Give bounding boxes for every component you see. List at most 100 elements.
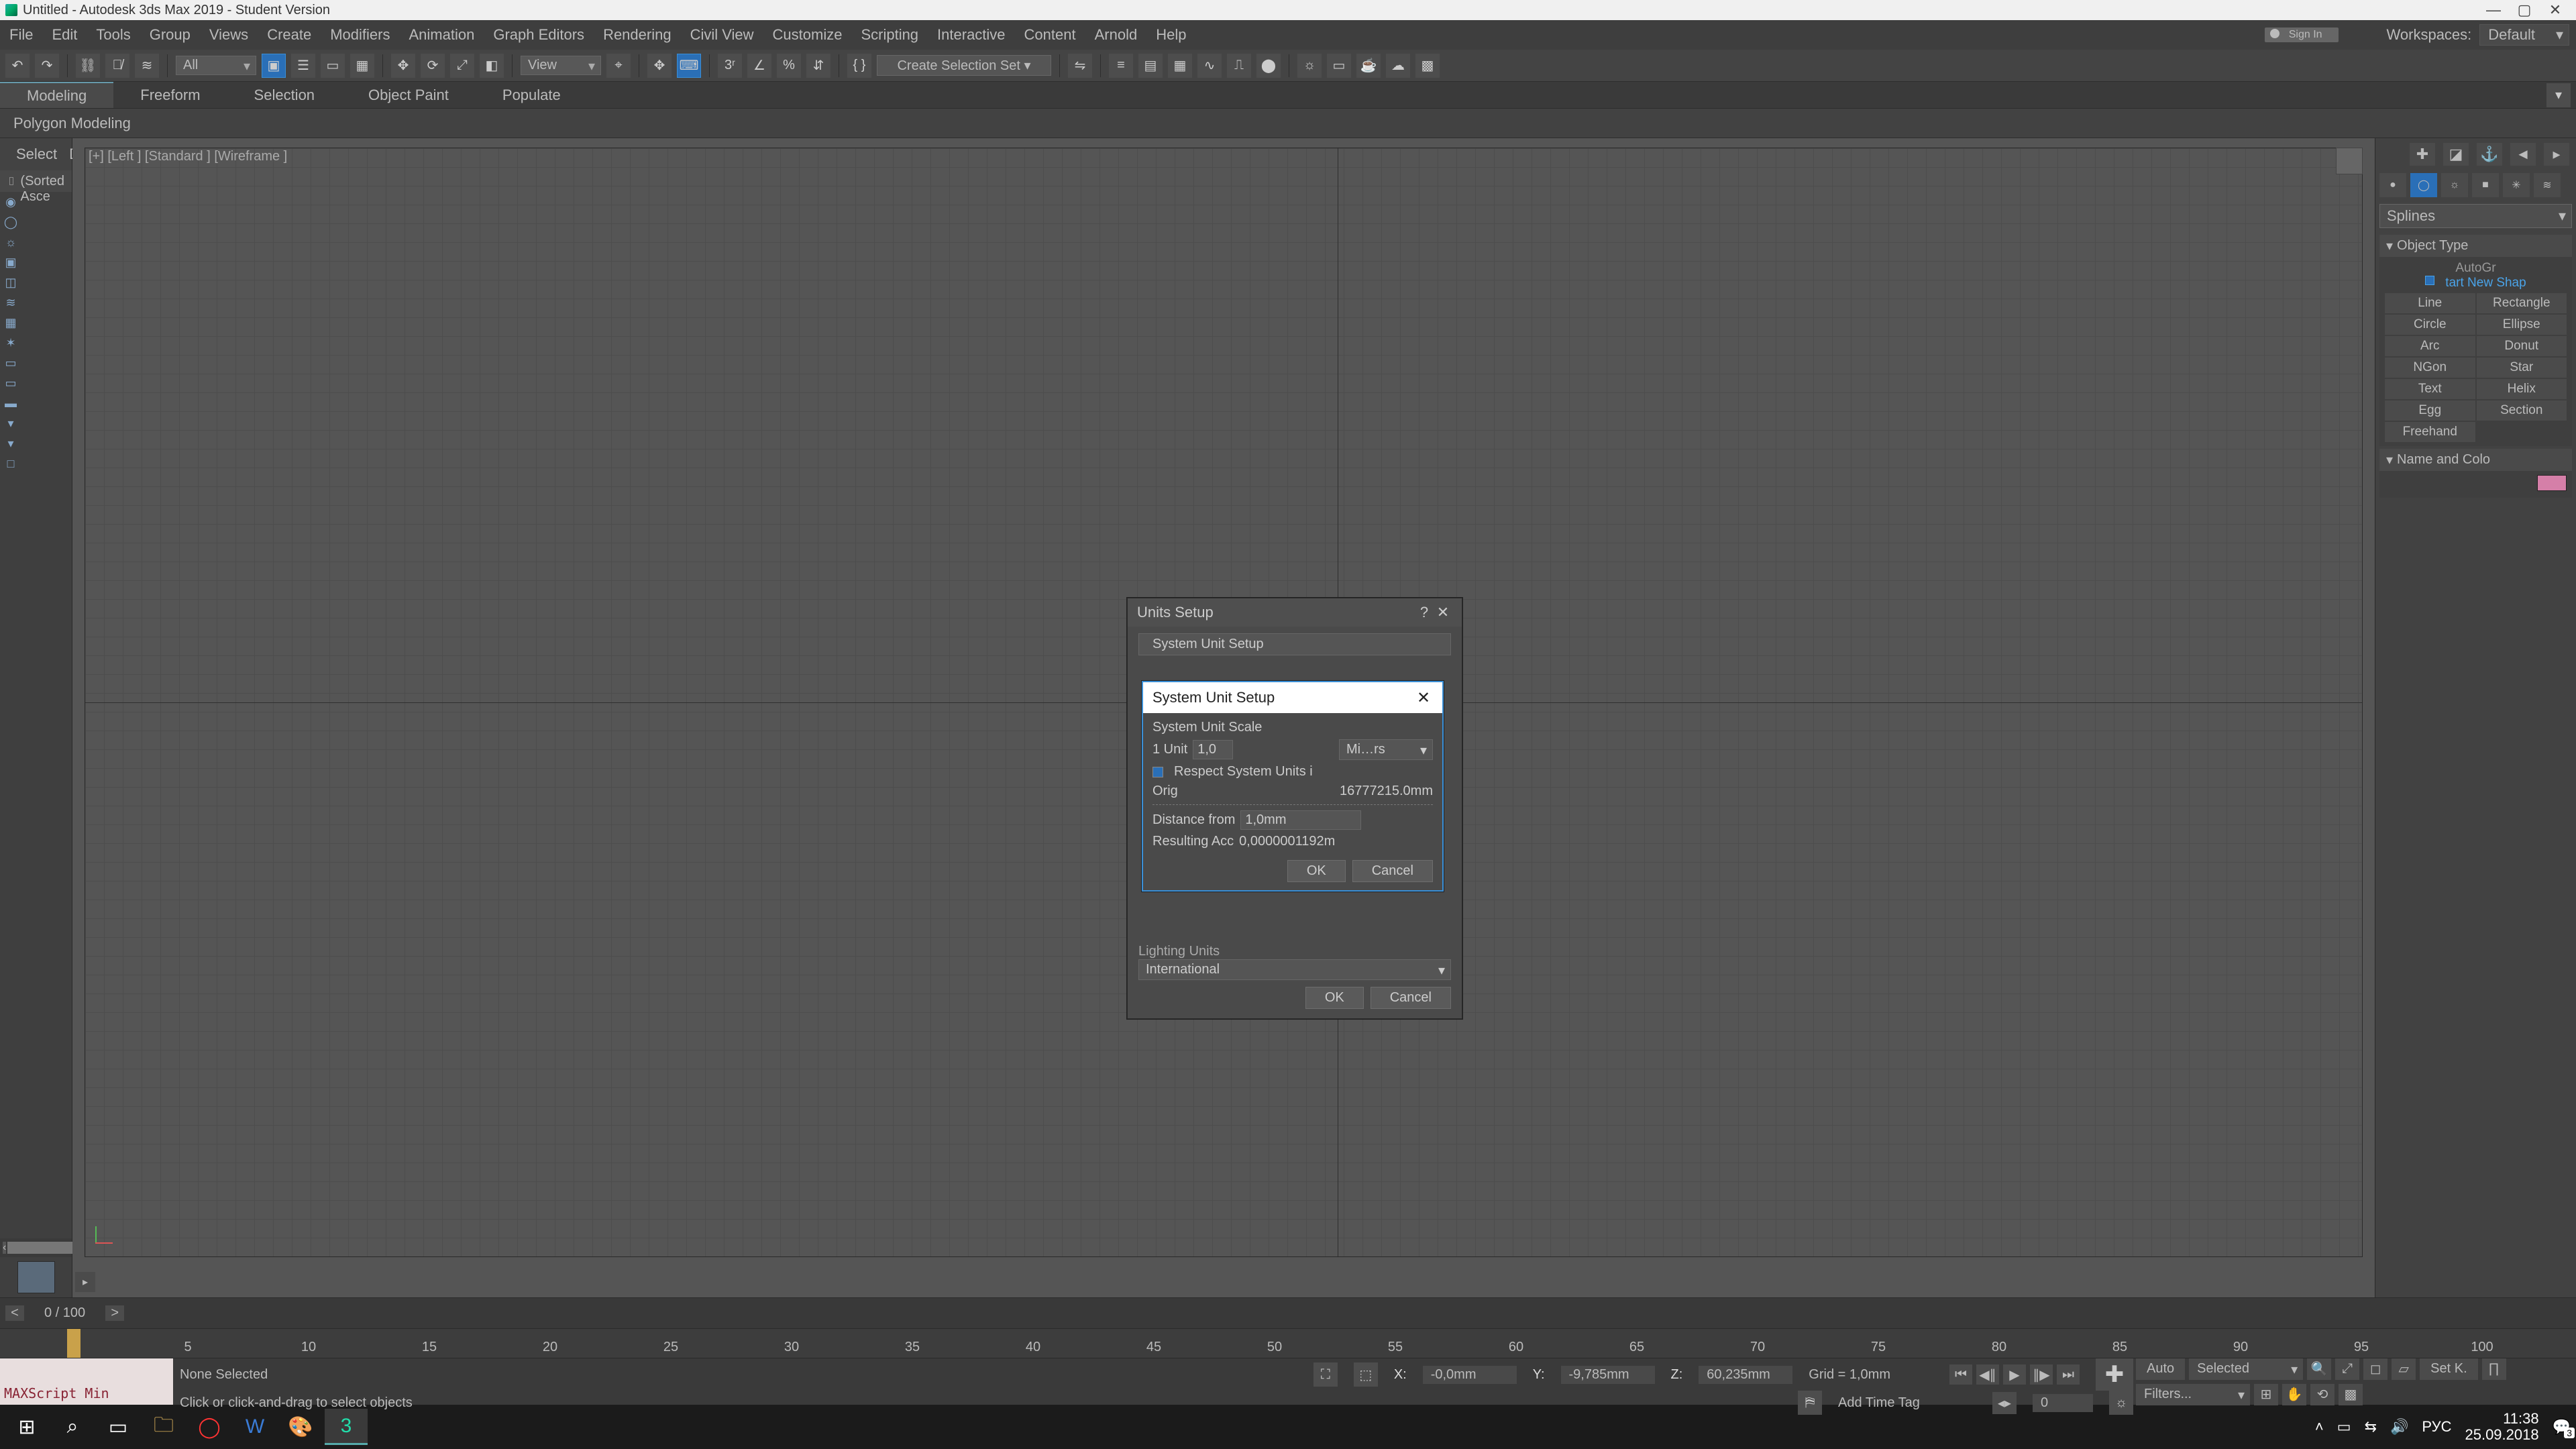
window-crossing-icon[interactable]: ▦ [350,54,374,78]
render-in-cloud-icon[interactable]: ☁ [1386,54,1410,78]
edit-named-sel-icon[interactable]: { } [847,54,871,78]
se-filter-cameras-icon[interactable]: ▣ [0,252,21,272]
timeline[interactable]: 5101520253035404550556065707580859095100 [0,1328,2576,1358]
menu-create[interactable]: Create [258,20,321,50]
snap-toggle-icon[interactable]: 3ʳ [718,54,742,78]
key-tangent-icon[interactable]: ∏ [2482,1358,2506,1380]
start-button[interactable]: ⊞ [5,1409,48,1445]
angle-snap-icon[interactable]: ∠ [747,54,771,78]
viewport-shade-toggle-icon[interactable] [2336,148,2363,174]
btn-ngon[interactable]: NGon [2385,358,2475,378]
ribbon-tab-freeform[interactable]: Freeform [113,82,227,108]
menu-civil-view[interactable]: Civil View [681,20,763,50]
autogrid-label[interactable]: AutoGr [2385,261,2567,276]
distance-from-value[interactable]: 1,0mm [1240,810,1361,830]
window-minimize-button[interactable]: — [2478,1,2509,19]
cp-tab-cameras-icon[interactable]: ■ [2472,173,2499,197]
cp-motion-icon[interactable]: ◄ [2510,143,2536,166]
move-icon[interactable]: ✥ [391,54,415,78]
ribbon-tab-populate[interactable]: Populate [476,82,588,108]
sysunit-cancel-button[interactable]: Cancel [1352,860,1433,882]
origin-slider[interactable] [1152,804,1433,805]
se-filter-geometry-icon[interactable]: ◉ [0,192,21,212]
fov-icon[interactable]: ▱ [2392,1358,2416,1380]
units-cancel-button[interactable]: Cancel [1371,987,1451,1009]
viewport-play-icon[interactable]: ▸ [75,1272,95,1292]
redo-icon[interactable]: ↷ [35,54,59,78]
btn-arc[interactable]: Arc [2385,336,2475,356]
menu-graph-editors[interactable]: Graph Editors [484,20,594,50]
respect-checkbox-icon[interactable] [1152,767,1163,777]
ref-coord-combo[interactable]: View [521,56,601,75]
3dsmax-taskbar-icon[interactable]: 3 [325,1409,368,1445]
menu-tools[interactable]: Tools [87,20,140,50]
menu-rendering[interactable]: Rendering [594,20,681,50]
btn-line[interactable]: Line [2385,293,2475,313]
add-time-tag[interactable]: Add Time Tag [1838,1395,1920,1411]
btn-section[interactable]: Section [2477,400,2567,421]
selection-set-combo[interactable]: Create Selection Set ▾ [877,55,1051,76]
key-filters-selected-combo[interactable]: Selected [2189,1358,2303,1380]
spinner-snap-icon[interactable]: ⇵ [806,54,830,78]
y-value[interactable]: -9,785mm [1561,1366,1655,1384]
rollout-object-type[interactable]: Object Type [2379,235,2572,257]
open-a360-icon[interactable]: ▩ [1415,54,1440,78]
se-filter-misc2-icon[interactable]: ▾ [0,433,21,453]
btn-star[interactable]: Star [2477,358,2567,378]
ribbon-tab-modeling[interactable]: Modeling [0,82,113,108]
se-filter-spacewarps-icon[interactable]: ≋ [0,292,21,313]
taskbar-clock[interactable]: 11:38 25.09.2018 [2465,1411,2538,1443]
cp-modify-icon[interactable]: ◪ [2443,143,2469,166]
bind-spacewarp-icon[interactable]: ≋ [135,54,159,78]
units-close-button[interactable]: ✕ [1434,604,1452,621]
one-unit-value[interactable]: 1,0 [1193,740,1233,759]
se-filter-lights-icon[interactable]: ☼ [0,232,21,252]
unlink-icon[interactable]: ⛓̸ [105,54,129,78]
percent-snap-icon[interactable]: % [777,54,801,78]
selection-filter-combo[interactable]: All [176,56,256,75]
manipulate-icon[interactable]: ✥ [647,54,672,78]
menu-animation[interactable]: Animation [399,20,484,50]
x-value[interactable]: -0,0mm [1423,1366,1517,1384]
prev-frame-icon[interactable]: ◀∥ [1976,1364,1999,1385]
yandex-browser-icon[interactable]: ◯ [188,1409,231,1445]
current-frame-spinner[interactable]: 0 [2033,1394,2093,1412]
z-value[interactable]: 60,235mm [1699,1366,1792,1384]
file-explorer-icon[interactable]: 🗀 [142,1409,185,1445]
layer-explorer-icon[interactable]: ▤ [1138,54,1163,78]
menu-modifiers[interactable]: Modifiers [321,20,399,50]
cp-category-combo[interactable]: Splines [2379,204,2572,228]
key-mode-toggle-icon[interactable]: ✚ [2096,1358,2133,1391]
time-prev-button[interactable]: < [5,1305,24,1321]
cp-tab-helpers-icon[interactable]: ✳ [2503,173,2530,197]
menu-arnold[interactable]: Arnold [1085,20,1147,50]
scroll-left-icon[interactable]: ‹ [3,1242,6,1254]
battery-icon[interactable]: ▭ [2337,1418,2351,1436]
menu-edit[interactable]: Edit [42,20,87,50]
select-object-icon[interactable]: ▣ [262,54,286,78]
scale-icon[interactable]: ⤢ [450,54,474,78]
workspaces-combo[interactable]: Default [2479,24,2569,46]
orbit-icon[interactable]: ✋ [2282,1384,2306,1405]
btn-rectangle[interactable]: Rectangle [2477,293,2567,313]
walk-icon[interactable]: ⟲ [2310,1384,2334,1405]
menu-file[interactable]: File [0,20,42,50]
ribbon-tab-object-paint[interactable]: Object Paint [341,82,476,108]
keyboard-shortcut-icon[interactable]: ⌨ [677,54,701,78]
minmax-viewport-icon[interactable]: ▩ [2339,1384,2363,1405]
rollout-name-color[interactable]: Name and Colo [2379,449,2572,471]
se-select-menu[interactable]: Select [16,146,57,163]
cp-tab-spacewarps-icon[interactable]: ≋ [2534,173,2561,197]
menu-views[interactable]: Views [200,20,258,50]
toggle-ribbon-icon[interactable]: ▦ [1168,54,1192,78]
undo-icon[interactable]: ↶ [5,54,30,78]
cp-tab-geometry-icon[interactable]: ● [2379,173,2406,197]
mirror-icon[interactable]: ⇋ [1068,54,1092,78]
system-unit-setup-button[interactable]: System Unit Setup [1138,633,1451,655]
btn-freehand[interactable]: Freehand [2385,422,2475,442]
align-icon[interactable]: ≡ [1109,54,1133,78]
goto-start-icon[interactable]: ⏮ [1949,1364,1972,1385]
material-editor-icon[interactable]: ⬤ [1256,54,1281,78]
se-h-scrollbar[interactable]: ‹ › [0,1238,72,1257]
btn-text[interactable]: Text [2385,379,2475,399]
